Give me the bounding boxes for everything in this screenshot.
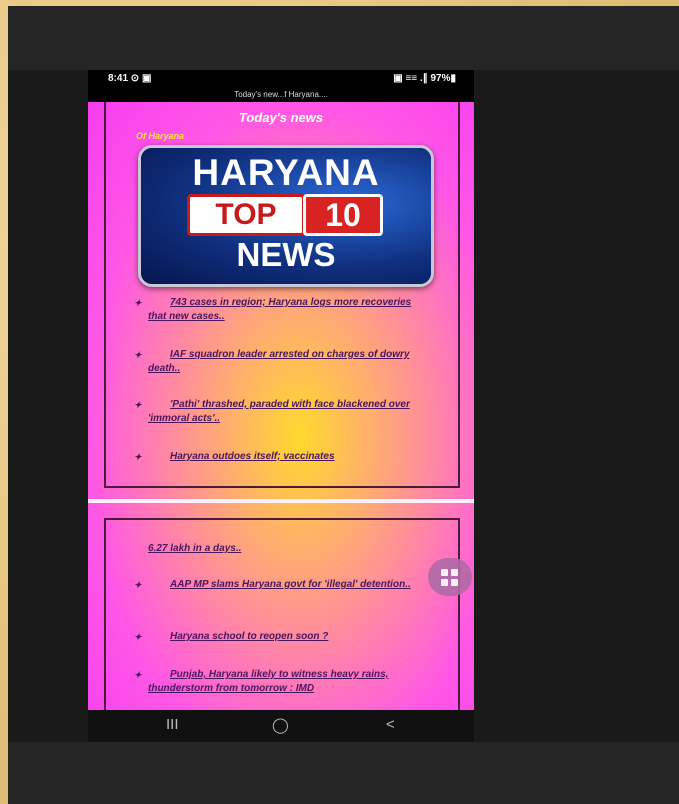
news-link[interactable]: ✦ 743 cases in region; Haryana logs more… — [134, 296, 418, 324]
haryana-top10-news-logo: HARYANA TOP 10 NEWS — [138, 145, 434, 287]
recent-apps-button[interactable]: III — [166, 716, 179, 733]
news-link[interactable]: 6.27 lakh in a days.. — [148, 542, 418, 556]
news-link[interactable]: ✦ Haryana outdoes itself; vaccinates — [134, 450, 418, 464]
page-title: Today's news — [238, 110, 324, 125]
bullet-icon: ✦ — [134, 350, 142, 360]
bullet-icon: ✦ — [134, 400, 142, 410]
apps-grid-floating-button[interactable] — [428, 558, 472, 596]
status-icons: ▣ ≡≡ .∥ 97%▮ — [393, 73, 456, 84]
bullet-icon: ✦ — [134, 670, 142, 680]
grid-icon — [451, 569, 458, 576]
news-link[interactable]: ✦ 'Pathi' thrashed, paraded with face bl… — [134, 398, 418, 426]
bullet-icon: ✦ — [134, 632, 142, 642]
status-bar: 8:41 ⊙ ▣ ▣ ≡≡ .∥ 97%▮ — [88, 70, 474, 88]
card-divider — [88, 499, 474, 503]
video-viewer: 8:41 ⊙ ▣ ▣ ≡≡ .∥ 97%▮ Today's new...f Ha… — [8, 6, 679, 804]
logo-line-haryana: HARYANA — [192, 152, 380, 193]
logo-line-news: NEWS — [236, 236, 336, 273]
viewer-top-bar — [8, 6, 679, 70]
page-url-bar[interactable]: Today's new...f Haryana.... — [88, 88, 474, 102]
bullet-icon: ✦ — [134, 452, 142, 462]
news-link[interactable]: ✦ IAF squadron leader arrested on charge… — [134, 348, 418, 376]
news-link[interactable]: ✦ Haryana school to reopen soon ? — [134, 630, 418, 644]
bullet-icon: ✦ — [134, 298, 142, 308]
back-button[interactable]: < — [386, 716, 395, 733]
logo-top-box: TOP — [187, 194, 305, 236]
logo-line-top10: TOP 10 — [187, 194, 383, 236]
grid-icon — [441, 579, 448, 586]
news-link[interactable]: ✦ AAP MP slams Haryana govt for 'illegal… — [134, 578, 418, 592]
home-button[interactable]: ◯ — [272, 716, 289, 734]
android-nav-bar: III ◯ < — [88, 710, 474, 742]
grid-icon — [441, 569, 448, 576]
phone-screen: 8:41 ⊙ ▣ ▣ ≡≡ .∥ 97%▮ Today's new...f Ha… — [88, 70, 474, 742]
grid-icon — [451, 579, 458, 586]
status-time: 8:41 ⊙ ▣ — [108, 73, 152, 84]
logo-ten-box: 10 — [303, 194, 383, 236]
news-link[interactable]: ✦ Punjab, Haryana likely to witness heav… — [134, 668, 418, 696]
bullet-icon: ✦ — [134, 580, 142, 590]
viewer-bottom-bar — [8, 742, 679, 804]
web-page: Today's news Of Haryana HARYANA TOP 10 N… — [88, 102, 474, 710]
page-subtitle: Of Haryana — [136, 131, 185, 141]
